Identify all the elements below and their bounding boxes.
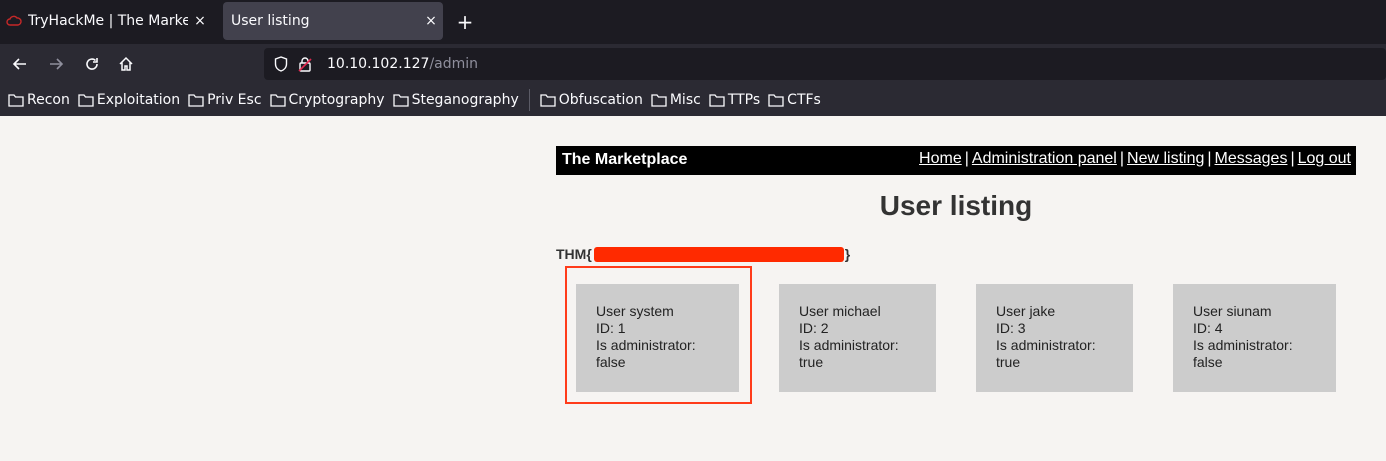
folder-icon bbox=[188, 94, 204, 107]
nav-admin-panel-link[interactable]: Administration panel bbox=[972, 150, 1117, 167]
user-card-michael[interactable]: User michael ID: 2 Is administrator: tru… bbox=[779, 284, 936, 392]
nav-separator: | bbox=[1119, 150, 1125, 167]
home-icon bbox=[119, 56, 133, 71]
flag-suffix: } bbox=[844, 246, 851, 262]
site-header: The Marketplace Home | Administration pane… bbox=[556, 146, 1356, 175]
bookmark-ttps[interactable]: TTPs bbox=[709, 92, 760, 108]
user-name: User jake bbox=[996, 303, 1056, 319]
bookmark-label: Obfuscation bbox=[558, 92, 643, 108]
bookmark-steganography[interactable]: Steganography bbox=[392, 92, 519, 108]
user-card-system[interactable]: User system ID: 1 Is administrator: fals… bbox=[576, 284, 739, 392]
bookmark-misc[interactable]: Misc bbox=[651, 92, 701, 108]
close-tab-icon[interactable]: × bbox=[419, 13, 443, 29]
folder-icon bbox=[392, 94, 409, 107]
admin-label: Is administrator: bbox=[799, 337, 899, 353]
nav-separator: | bbox=[964, 150, 969, 167]
folder-icon bbox=[8, 94, 24, 107]
bookmark-priv-esc[interactable]: Priv Esc bbox=[188, 92, 262, 108]
bookmark-label: Recon bbox=[27, 92, 70, 108]
page-title: User listing bbox=[879, 190, 1033, 221]
flag-prefix: THM{ bbox=[556, 246, 592, 262]
folder-icon bbox=[540, 94, 556, 107]
nav-home-link[interactable]: Home bbox=[919, 150, 962, 167]
folder-icon bbox=[768, 94, 784, 107]
bookmark-label: Priv Esc bbox=[207, 92, 262, 108]
bookmark-obfuscation[interactable]: Obfuscation bbox=[540, 92, 643, 108]
user-card-jake[interactable]: User jake ID: 3 Is administrator: true bbox=[976, 284, 1133, 392]
folder-icon bbox=[78, 94, 94, 107]
insecure-lock-icon[interactable] bbox=[298, 56, 314, 72]
close-tab-icon[interactable]: × bbox=[188, 13, 212, 29]
bookmarks-toolbar: Recon Exploitation Priv Esc Cryptography… bbox=[0, 84, 1386, 116]
nav-separator: | bbox=[1290, 150, 1295, 167]
admin-label: Is administrator: bbox=[596, 337, 696, 353]
tab-strip: TryHackMe | The Marketpl × User listing … bbox=[0, 0, 1386, 44]
home-button[interactable] bbox=[114, 52, 138, 76]
bookmark-label: Misc bbox=[669, 92, 701, 108]
user-name: User system bbox=[596, 303, 674, 319]
folder-icon bbox=[269, 94, 286, 107]
admin-label: Is administrator: bbox=[1193, 337, 1293, 353]
user-card-siunam[interactable]: User siunam ID: 4 Is administrator: fals… bbox=[1173, 284, 1336, 392]
page-content: The Marketplace Home | Administration pane… bbox=[0, 116, 1386, 461]
redaction-bar bbox=[593, 246, 844, 262]
flag-text: THM{ } bbox=[556, 246, 850, 262]
admin-value: false bbox=[596, 354, 626, 370]
user-name: User michael bbox=[799, 303, 881, 319]
reload-button[interactable] bbox=[80, 52, 104, 76]
back-button[interactable] bbox=[8, 52, 32, 76]
forward-button[interactable] bbox=[44, 52, 68, 76]
nav-separator: | bbox=[1207, 150, 1212, 167]
admin-value: true bbox=[799, 354, 824, 370]
tab-title: User listing bbox=[231, 13, 310, 29]
user-id: ID: 2 bbox=[799, 320, 829, 336]
bookmark-label: Cryptography bbox=[288, 92, 385, 108]
new-tab-button[interactable]: + bbox=[452, 9, 478, 35]
tryhackme-cloud-icon bbox=[6, 13, 22, 29]
arrow-left-icon bbox=[12, 58, 26, 70]
reload-icon bbox=[86, 58, 98, 70]
bookmark-cryptography[interactable]: Cryptography bbox=[269, 92, 385, 108]
user-name: User siunam bbox=[1193, 303, 1272, 319]
address-bar[interactable]: 10.10.102.127/admin bbox=[264, 48, 1386, 80]
shield-icon[interactable] bbox=[274, 56, 290, 72]
admin-value: false bbox=[1193, 354, 1223, 370]
site-nav: Home | Administration panel | New listing | Me… bbox=[919, 150, 1351, 168]
bookmark-label: Steganography bbox=[411, 92, 519, 108]
tab-title: TryHackMe | The Marketpl bbox=[28, 13, 188, 29]
url-host: 10.10.102.127 bbox=[327, 56, 430, 72]
tab-user-listing[interactable]: User listing × bbox=[223, 2, 443, 40]
bookmark-separator bbox=[528, 89, 530, 111]
tab-tryhackme[interactable]: TryHackMe | The Marketpl × bbox=[0, 2, 212, 40]
folder-icon bbox=[709, 94, 725, 107]
bookmark-label: CTFs bbox=[787, 92, 821, 108]
site-name: The Marketplace bbox=[562, 151, 688, 168]
arrow-right-icon bbox=[50, 58, 64, 70]
url-path: /admin bbox=[429, 56, 479, 72]
nav-new-listing-link[interactable]: New listing bbox=[1127, 150, 1204, 167]
bookmark-recon[interactable]: Recon bbox=[8, 92, 70, 108]
user-id: ID: 3 bbox=[996, 320, 1026, 336]
navigation-toolbar: 10.10.102.127/admin bbox=[0, 44, 1386, 84]
bookmark-exploitation[interactable]: Exploitation bbox=[78, 92, 180, 108]
user-id: ID: 1 bbox=[596, 320, 626, 336]
user-id: ID: 4 bbox=[1193, 320, 1223, 336]
bookmark-label: TTPs bbox=[727, 92, 761, 108]
bookmark-ctfs[interactable]: CTFs bbox=[768, 92, 821, 108]
nav-messages-link[interactable]: Messages bbox=[1215, 150, 1288, 167]
folder-icon bbox=[651, 94, 667, 107]
nav-logout-link[interactable]: Log out bbox=[1298, 150, 1351, 167]
admin-label: Is administrator: bbox=[996, 337, 1096, 353]
bookmark-label: Exploitation bbox=[96, 92, 181, 108]
admin-value: true bbox=[996, 354, 1021, 370]
